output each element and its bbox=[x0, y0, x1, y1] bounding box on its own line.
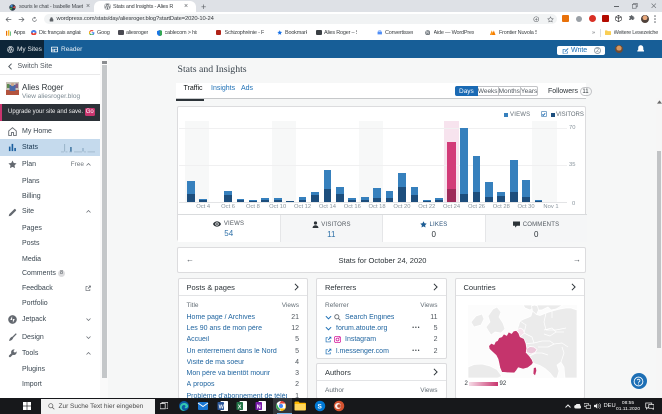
svg-text:W: W bbox=[218, 404, 224, 410]
svg-text:S: S bbox=[317, 404, 322, 411]
svg-text:N: N bbox=[257, 404, 261, 410]
svg-text:W: W bbox=[425, 31, 429, 35]
svg-text:X: X bbox=[238, 404, 242, 410]
